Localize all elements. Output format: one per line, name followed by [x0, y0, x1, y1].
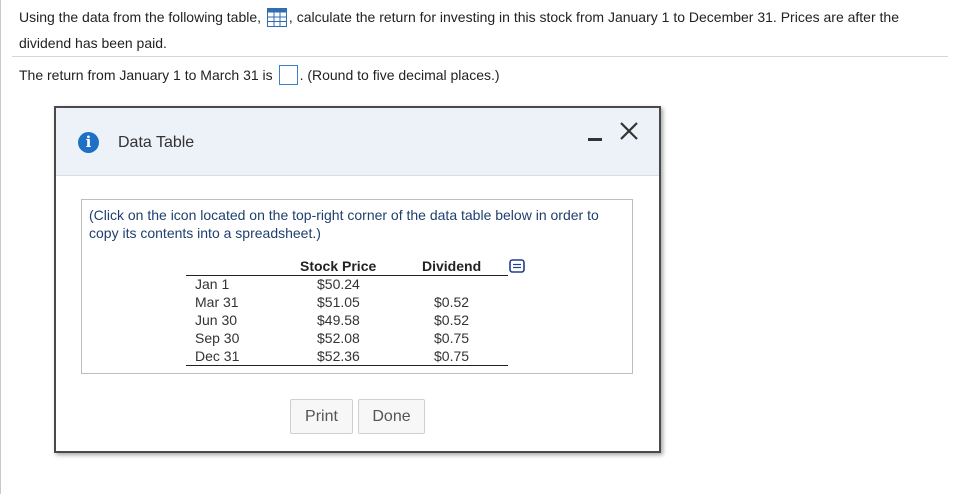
row-4-price: $52.08 [317, 330, 360, 346]
copy-instruction: (Click on the icon located on the top-ri… [89, 207, 599, 241]
row-5-price: $52.36 [317, 348, 360, 364]
row-3-date: Jun 30 [195, 312, 238, 328]
answer-prompt: The return from January 1 to March 31 is… [19, 63, 500, 87]
table-bottom-rule [186, 365, 508, 366]
row-4-dividend: $0.75 [434, 330, 470, 346]
header-stock-price: Stock Price [300, 258, 377, 274]
info-icon: i [78, 132, 99, 153]
answer-suffix: . (Round to five decimal places.) [299, 67, 500, 83]
row-1-date: Jan 1 [195, 276, 230, 292]
row-5-date: Dec 31 [195, 348, 240, 364]
close-icon [620, 122, 638, 140]
answer-input[interactable] [278, 65, 298, 85]
row-2-date: Mar 31 [195, 294, 239, 310]
copy-to-spreadsheet-icon[interactable] [509, 259, 525, 273]
table-grid-icon[interactable] [266, 8, 287, 27]
question-text: Using the data from the following table,… [19, 4, 949, 56]
left-border [0, 0, 1, 494]
data-table-dialog: i Data Table (Click on the icon located … [54, 106, 661, 453]
answer-prefix: The return from January 1 to March 31 is [19, 67, 273, 83]
header-dividend: Dividend [422, 258, 482, 274]
close-button[interactable] [618, 120, 640, 142]
minimize-button[interactable] [588, 138, 602, 141]
row-3-price: $49.58 [317, 312, 360, 328]
dialog-title: Data Table [118, 134, 195, 151]
row-2-dividend: $0.52 [434, 294, 470, 310]
row-2-price: $51.05 [317, 294, 360, 310]
dialog-header: i Data Table [56, 108, 659, 176]
row-1-price: $50.24 [317, 276, 360, 292]
row-3-dividend: $0.52 [434, 312, 470, 328]
question-text-start: Using the data from the following table, [19, 9, 262, 25]
print-button[interactable]: Print [290, 399, 353, 434]
row-5-dividend: $0.75 [434, 348, 470, 364]
done-button[interactable]: Done [358, 399, 425, 434]
section-divider [12, 56, 948, 57]
row-4-date: Sep 30 [195, 330, 240, 346]
data-table-panel: (Click on the icon located on the top-ri… [81, 199, 633, 374]
